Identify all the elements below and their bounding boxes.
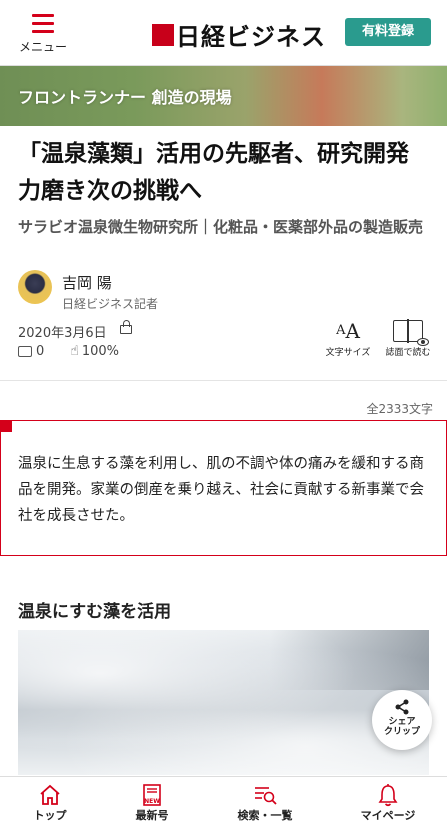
- author-role: 日経ビジネス記者: [62, 297, 159, 311]
- site-logo[interactable]: 日経ビジネス: [152, 17, 326, 52]
- share-clip-button[interactable]: シェア クリップ: [372, 690, 432, 750]
- article-title: 「温泉藻類」活用の先駆者、研究開発力磨き次の挑戦へ: [18, 141, 409, 204]
- home-icon: [10, 783, 90, 807]
- font-size-button[interactable]: AA 文字サイズ: [320, 320, 376, 358]
- logo-text: 日経ビジネス: [176, 22, 326, 51]
- article-stats: 0 ☝ 100%: [18, 343, 119, 359]
- tab-my-page[interactable]: マイページ: [348, 783, 428, 823]
- word-count: 全2333文字: [366, 402, 433, 416]
- comment-icon[interactable]: [18, 345, 32, 357]
- publish-date: 2020年3月6日: [18, 326, 107, 341]
- menu-button[interactable]: メニュー: [16, 14, 70, 55]
- bell-icon: [348, 783, 428, 807]
- app-header: メニュー 日経ビジネス 有料登録: [0, 0, 447, 66]
- series-banner-title: フロントランナー 創造の現場: [18, 88, 232, 107]
- thumbs-up-icon[interactable]: ☝: [70, 343, 79, 359]
- lead-text: 温泉に生息する藻を利用し、肌の不調や体の痛みを緩和する商品を開発。家業の倒産を乗…: [18, 456, 424, 524]
- read-in-paper-button[interactable]: 誌面で読む: [382, 319, 434, 358]
- article-subtitle: サラビオ温泉微生物研究所｜化粧品・医薬部外品の製造販売: [18, 218, 424, 236]
- read-in-paper-label: 誌面で読む: [385, 348, 431, 358]
- lead-corner-mark: [0, 420, 12, 432]
- lead-box: 温泉に生息する藻を利用し、肌の不調や体の痛みを緩和する商品を開発。家業の倒産を乗…: [0, 420, 447, 556]
- new-badge: NEW: [144, 798, 160, 805]
- author-name[interactable]: 吉岡 陽: [62, 272, 112, 293]
- signup-button[interactable]: 有料登録: [345, 18, 431, 46]
- tab-search-list[interactable]: 検索・一覧: [225, 783, 305, 823]
- like-rate: 100%: [81, 343, 119, 359]
- share-icon: [394, 699, 410, 715]
- tab-search-list-label: 検索・一覧: [237, 809, 293, 822]
- section-heading: 温泉にすむ藻を活用: [18, 602, 172, 622]
- article-photo[interactable]: [18, 630, 429, 775]
- logo-mark-icon: [152, 23, 174, 46]
- search-list-icon: [225, 783, 305, 807]
- share-label-2: クリップ: [383, 727, 420, 737]
- book-eye-icon: [393, 319, 429, 346]
- tab-top-label: トップ: [33, 809, 67, 822]
- author-avatar[interactable]: [18, 270, 52, 304]
- share-label-1: シェア: [388, 717, 416, 727]
- tab-latest-issue[interactable]: NEW 最新号: [112, 783, 192, 823]
- font-size-label: 文字サイズ: [325, 348, 371, 358]
- font-size-icon: AA: [336, 319, 360, 343]
- comment-count: 0: [36, 343, 45, 359]
- tab-my-page-label: マイページ: [360, 809, 416, 822]
- new-issue-icon: NEW: [112, 783, 192, 807]
- tab-latest-issue-label: 最新号: [135, 809, 169, 822]
- menu-label: メニュー: [18, 40, 67, 54]
- hamburger-icon: [32, 14, 54, 33]
- divider: [0, 380, 447, 381]
- tab-top[interactable]: トップ: [10, 783, 90, 823]
- lock-icon: [120, 320, 132, 334]
- bottom-tab-bar: トップ NEW 最新号 検索・一覧 マイページ: [0, 776, 447, 828]
- series-banner[interactable]: フロントランナー 創造の現場: [0, 66, 447, 126]
